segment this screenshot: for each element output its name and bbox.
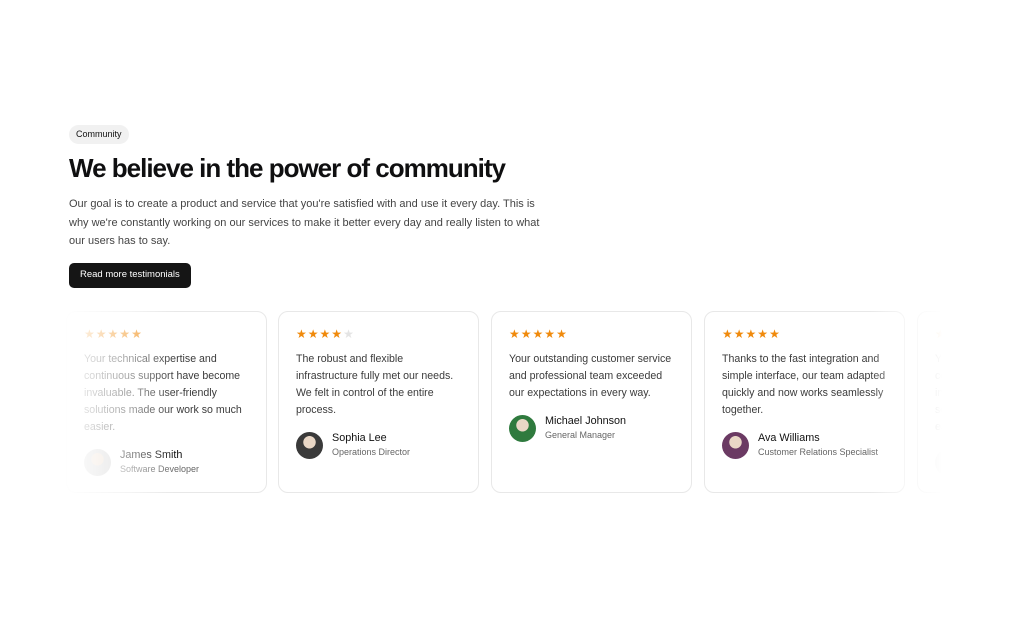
star-icon: ★ [745, 327, 757, 341]
star-icon: ★ [757, 327, 769, 341]
star-rating: ★★★★★ [722, 328, 888, 341]
star-icon: ★ [509, 327, 520, 341]
read-more-testimonials-button[interactable]: Read more testimonials [69, 262, 191, 288]
author-role: General Manager [545, 430, 616, 440]
star-icon: ★ [296, 327, 307, 341]
testimonial-quote: Your technical expertise and continuous … [935, 353, 946, 433]
testimonials-carousel[interactable]: ★ ★ ★ ★ ★ Your technical expertise and conti… [66, 311, 946, 494]
star-icon: ★ [84, 327, 95, 341]
avatar [722, 432, 749, 459]
star-rating: ★★★★★ [84, 328, 250, 341]
testimonial-author: James Smith Software Developer [84, 448, 250, 476]
avatar [509, 415, 536, 442]
star-rating: ★★★★★ [935, 328, 946, 341]
star-icon: ★ [733, 327, 745, 341]
testimonial-quote: Thanks to the fast integration and simpl… [722, 353, 886, 416]
testimonial-card: ★ ★ ★ ★ ★ Your technical expertise and conti… [66, 311, 267, 493]
star-icon: ★ [307, 327, 319, 341]
page-subtitle: Our goal is to create a product and serv… [69, 198, 540, 247]
star-icon: ★ [544, 327, 556, 341]
avatar [935, 449, 946, 476]
star-icon: ★ [331, 327, 343, 341]
avatar [84, 449, 111, 476]
page-title: We believe in the power of community [69, 153, 506, 183]
testimonial-author: Sophia Lee Operations Director [296, 431, 462, 459]
community-badge: Community [69, 125, 129, 144]
star-rating: ★★★★★ [296, 328, 462, 341]
testimonial-card-partial: ★★★★★ Your technical expertise and conti… [917, 311, 946, 493]
author-role: Software Developer [120, 464, 200, 474]
author-role: Customer Relations Specialist [758, 447, 879, 457]
community-section: Community We believe in the power of com… [69, 124, 969, 288]
author-role: Operations Director [332, 447, 411, 457]
star-icon: ★ [722, 327, 733, 341]
avatar [296, 432, 323, 459]
testimonial-quote: Your technical expertise and continuous … [84, 353, 242, 433]
star-icon: ★ [935, 327, 946, 341]
star-icon: ★ [107, 327, 119, 341]
testimonial-quote: The robust and flexible infrastructure f… [296, 353, 454, 416]
star-icon: ★ [769, 327, 780, 341]
author-name: Michael Johnson [545, 415, 627, 427]
testimonial-card: ★ ★ ★ ★ ★ The robust and flexible infrastruc… [278, 311, 479, 493]
author-name: Ava Williams [758, 432, 820, 444]
star-icon: ★ [319, 327, 331, 341]
testimonial-author: Ava Williams Customer Relations Speciali… [722, 431, 888, 459]
star-icon: ★ [95, 327, 107, 341]
author-name: Sophia Lee [332, 432, 387, 444]
testimonial-author [935, 448, 946, 476]
star-rating: ★★★★★ [509, 328, 675, 341]
author-name: James Smith [120, 449, 183, 461]
star-icon: ★ [520, 327, 532, 341]
star-icon: ★ [556, 327, 567, 341]
star-icon: ★ [131, 327, 142, 341]
testimonial-card: ★ ★ ★ ★ ★ Thanks to the fast integration and… [704, 311, 905, 493]
star-icon: ★ [532, 327, 544, 341]
testimonial-author: Michael Johnson General Manager [509, 414, 675, 442]
star-icon: ★ [343, 327, 354, 341]
star-icon: ★ [119, 327, 131, 341]
testimonial-quote: Your outstanding customer service and pr… [509, 353, 672, 399]
testimonial-card: ★ ★ ★ ★ ★ Your outstanding customer service … [491, 311, 692, 493]
